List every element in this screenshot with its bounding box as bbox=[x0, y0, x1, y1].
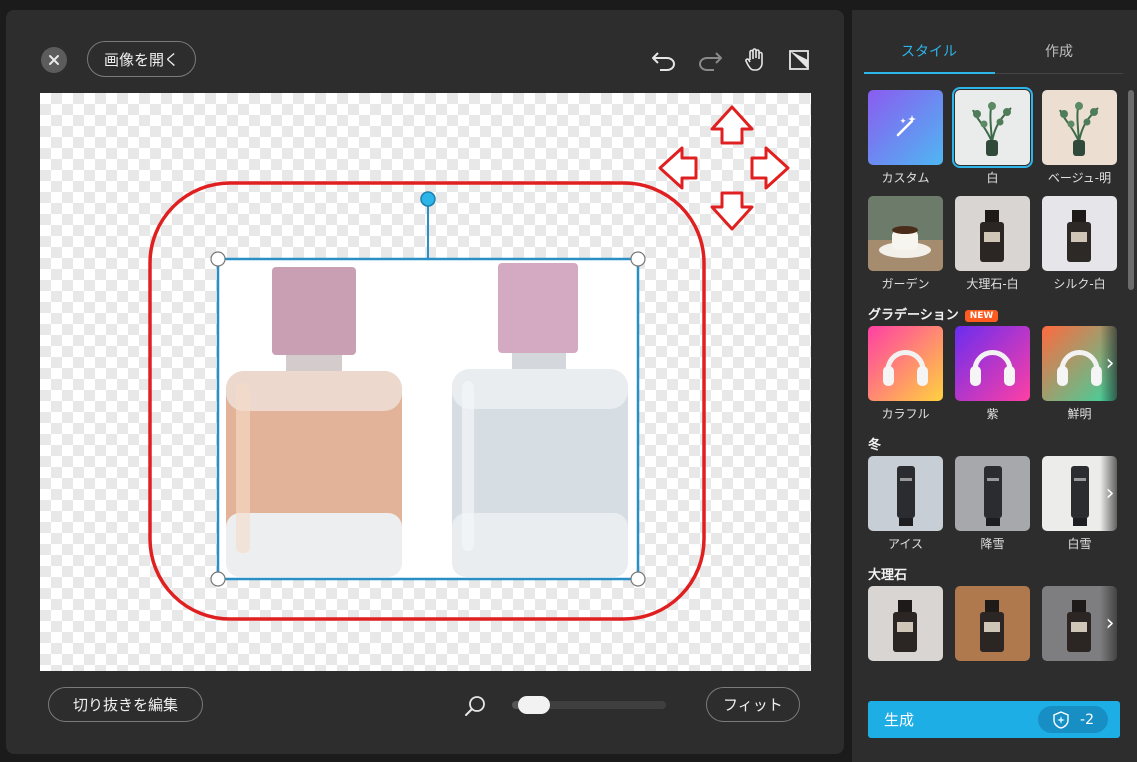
scroll-next-arrow-icon[interactable]: › bbox=[1100, 326, 1120, 401]
move-arrows-icon bbox=[658, 105, 790, 231]
section-title-text: 冬 bbox=[868, 438, 882, 453]
compare-button[interactable] bbox=[785, 46, 813, 74]
redo-button[interactable] bbox=[696, 46, 724, 74]
style-thumb-label: 大理石-白 bbox=[966, 277, 1019, 291]
tab-style[interactable]: スタイル bbox=[864, 30, 994, 72]
style-thumb-label: アイス bbox=[887, 537, 924, 551]
pan-button[interactable] bbox=[741, 46, 769, 74]
credit-cost: -2 bbox=[1080, 711, 1094, 728]
tab-underline bbox=[864, 72, 995, 74]
style-thumb-plant-white[interactable] bbox=[952, 87, 1033, 168]
style-thumb-label: シルク-白 bbox=[1053, 277, 1106, 291]
style-thumb-label: ガーデン bbox=[881, 277, 930, 291]
close-icon bbox=[49, 55, 59, 65]
style-gallery: カスタム 白 ベージュ-明 ガーデン 大理石-白 シルク-白グラデーション NEW… bbox=[864, 86, 1120, 696]
rotate-handle[interactable] bbox=[420, 191, 436, 207]
style-thumb-label: ベージュ-明 bbox=[1047, 171, 1112, 185]
style-thumb-bottle-silk[interactable] bbox=[1042, 196, 1117, 271]
style-thumb-tube-snow[interactable] bbox=[955, 456, 1030, 531]
zoom-icon bbox=[465, 696, 485, 716]
style-thumb-label: 鮮明 bbox=[1067, 407, 1092, 421]
style-thumb-bottle-brown[interactable] bbox=[955, 586, 1030, 661]
resize-handle-top-right[interactable] bbox=[630, 251, 646, 267]
style-panel: スタイル 作成 カスタム 白 ベージュ-明 ガーデン 大理石-白 シルク-白グラ… bbox=[852, 10, 1137, 762]
zoom-slider[interactable] bbox=[512, 696, 666, 714]
compare-icon bbox=[789, 50, 809, 70]
style-thumb-label: カスタム bbox=[881, 171, 930, 185]
style-thumb-bottle-marble[interactable] bbox=[868, 586, 943, 661]
section-title-text: 大理石 bbox=[868, 568, 908, 583]
style-thumb-label: 降雪 bbox=[980, 537, 1005, 551]
section-title: 冬 bbox=[868, 434, 881, 453]
app-root: 画像を開く 切り抜きを編集 フィット スタイル 作成 カスタム 白 ベージュ-明… bbox=[0, 0, 1137, 762]
tab-create[interactable]: 作成 bbox=[994, 30, 1124, 72]
resize-handle-top-left[interactable] bbox=[210, 251, 226, 267]
section-title: 大理石 bbox=[868, 564, 907, 583]
style-thumb-bottle-marble[interactable] bbox=[955, 196, 1030, 271]
style-thumb-headphone-colorful[interactable] bbox=[868, 326, 943, 401]
redo-icon bbox=[699, 52, 722, 71]
zoom-slider-thumb[interactable] bbox=[518, 696, 550, 714]
canvas-drawing bbox=[148, 105, 790, 621]
editor-panel: 画像を開く 切り抜きを編集 フィット bbox=[6, 10, 844, 754]
style-thumb-label: 白 bbox=[986, 171, 999, 185]
credit-icon bbox=[1053, 710, 1069, 729]
style-thumb-plant-beige[interactable] bbox=[1042, 90, 1117, 165]
style-thumb-tube-ice[interactable] bbox=[868, 456, 943, 531]
edit-cutout-button[interactable]: 切り抜きを編集 bbox=[48, 687, 204, 722]
section-title-text: グラデーション bbox=[868, 308, 959, 323]
new-badge: NEW bbox=[964, 309, 999, 322]
style-thumb-label: 白雪 bbox=[1067, 537, 1092, 551]
resize-handle-bottom-left[interactable] bbox=[210, 571, 226, 587]
image-canvas[interactable] bbox=[40, 93, 811, 671]
resize-handle-bottom-right[interactable] bbox=[630, 571, 646, 587]
fit-button[interactable]: フィット bbox=[706, 687, 800, 722]
style-thumb-headphone-purple[interactable] bbox=[955, 326, 1030, 401]
scroll-next-arrow-icon[interactable]: › bbox=[1100, 456, 1120, 531]
hand-pan-icon bbox=[745, 48, 763, 71]
scrollbar[interactable] bbox=[1128, 90, 1134, 290]
section-title: グラデーション NEW bbox=[868, 304, 999, 323]
style-thumb-label: 紫 bbox=[986, 407, 999, 421]
close-button[interactable] bbox=[41, 47, 67, 73]
credit-badge: -2 bbox=[1038, 706, 1108, 733]
undo-icon bbox=[652, 52, 675, 71]
scroll-next-arrow-icon[interactable]: › bbox=[1100, 586, 1120, 661]
open-image-button[interactable]: 画像を開く bbox=[87, 41, 197, 77]
style-thumb-label: カラフル bbox=[881, 407, 930, 421]
generate-button[interactable]: 生成 -2 bbox=[868, 701, 1120, 738]
undo-button[interactable] bbox=[650, 46, 678, 74]
panel-tabs: スタイル 作成 bbox=[864, 30, 1123, 74]
style-thumb-custom[interactable] bbox=[868, 90, 943, 165]
style-thumb-coffee[interactable] bbox=[868, 196, 943, 271]
generate-label: 生成 bbox=[884, 711, 915, 729]
